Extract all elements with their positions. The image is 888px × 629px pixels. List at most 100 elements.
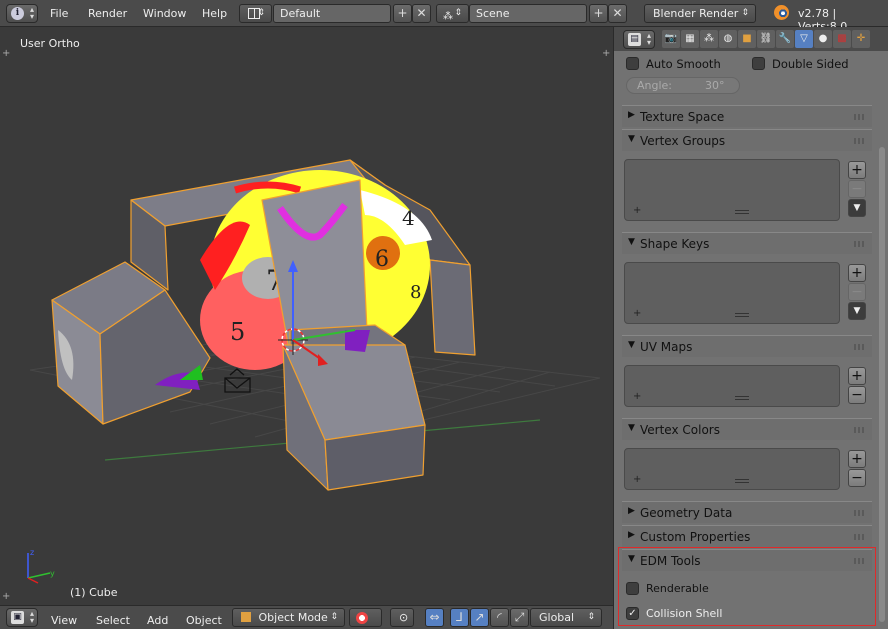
- panel-vertex-colors[interactable]: ▼ Vertex Colors: [622, 418, 872, 440]
- menu-window[interactable]: Window: [143, 7, 186, 20]
- add-layout-button[interactable]: +: [393, 4, 412, 23]
- panel-geometry-data[interactable]: ▶ Geometry Data: [622, 501, 872, 523]
- texture-tab-icon[interactable]: ▩: [833, 30, 851, 48]
- list-resize-grip[interactable]: [735, 396, 749, 400]
- info-header: i ▴ ▾ File Render Window Help ⇕ Default +…: [0, 0, 888, 33]
- renderable-checkbox[interactable]: [626, 582, 639, 595]
- remove-vertex-color-button[interactable]: −: [848, 469, 866, 487]
- list-expand-icon[interactable]: +: [633, 475, 642, 485]
- manipulator-toggle[interactable]: ⇔: [425, 608, 444, 627]
- collision-shell-checkbox[interactable]: ✓: [626, 607, 639, 620]
- panel-shape-keys[interactable]: ▼ Shape Keys: [622, 232, 872, 254]
- scene-icon: ⁂: [443, 11, 453, 22]
- add-scene-button[interactable]: +: [589, 4, 608, 23]
- 3d-viewport[interactable]: User Ortho + + 7 5 6 4 8 z y (1) Cube +: [0, 27, 613, 605]
- collision-shell-label: Collision Shell: [646, 607, 723, 620]
- editor-type-button[interactable]: i ▴ ▾: [6, 4, 38, 23]
- panel-title: UV Maps: [640, 340, 693, 354]
- shape-key-specials-button[interactable]: ▼: [848, 302, 866, 320]
- vertex-group-specials-button[interactable]: ▼: [848, 199, 866, 217]
- material-tab-icon[interactable]: ●: [814, 30, 832, 48]
- drag-handle-icon[interactable]: [854, 558, 866, 564]
- list-expand-icon[interactable]: +: [633, 392, 642, 402]
- particles-tab-icon[interactable]: ✛: [852, 30, 870, 48]
- panel-custom-properties[interactable]: ▶ Custom Properties: [622, 525, 872, 547]
- drag-handle-icon[interactable]: [854, 241, 866, 247]
- shading-dropdown[interactable]: [349, 608, 382, 627]
- menu-file[interactable]: File: [50, 7, 68, 20]
- add-vertex-color-button[interactable]: +: [848, 450, 866, 468]
- modifiers-tab-icon[interactable]: 🔧: [776, 30, 794, 48]
- list-resize-grip[interactable]: [735, 479, 749, 483]
- scene-tab-icon[interactable]: ⁂: [700, 30, 718, 48]
- shape-keys-list[interactable]: +: [624, 262, 840, 324]
- panel-title: Vertex Colors: [640, 423, 720, 437]
- drag-handle-icon[interactable]: [854, 427, 866, 433]
- panel-title: Geometry Data: [640, 506, 733, 520]
- layers-tab-icon[interactable]: ▦: [681, 30, 699, 48]
- panel-vertex-groups[interactable]: ▼ Vertex Groups: [622, 129, 872, 151]
- properties-editor-type[interactable]: ▤ ▴ ▾: [623, 30, 655, 49]
- add-uv-map-button[interactable]: +: [848, 367, 866, 385]
- remove-vertex-group-button[interactable]: −: [848, 180, 866, 198]
- chevron-updown-icon: ⇕: [257, 8, 265, 18]
- svg-text:y: y: [50, 569, 55, 578]
- viewport-editor-type[interactable]: ▣ ▴ ▾: [6, 608, 38, 627]
- shading-icon: [356, 612, 368, 624]
- layout-name-field[interactable]: Default: [273, 4, 391, 23]
- render-tab-icon[interactable]: 📷: [662, 30, 680, 48]
- data-tab-icon[interactable]: ▽: [795, 30, 813, 48]
- constraints-tab-icon[interactable]: ⛓: [757, 30, 775, 48]
- render-engine-dropdown[interactable]: Blender Render ⇕: [644, 4, 756, 23]
- properties-scrollbar[interactable]: [879, 147, 885, 622]
- drag-handle-icon[interactable]: [854, 534, 866, 540]
- auto-smooth-checkbox[interactable]: [626, 57, 639, 70]
- world-tab-icon[interactable]: ◍: [719, 30, 737, 48]
- pivot-dropdown[interactable]: ⊙: [390, 608, 414, 627]
- angle-value: 30°: [705, 79, 725, 92]
- delete-scene-button[interactable]: ✕: [608, 4, 627, 23]
- panel-uv-maps[interactable]: ▼ UV Maps: [622, 335, 872, 357]
- vertex-colors-list[interactable]: +: [624, 448, 840, 490]
- list-resize-grip[interactable]: [735, 313, 749, 317]
- scale-manipulator-button[interactable]: ⤢: [510, 608, 529, 627]
- orientation-dropdown[interactable]: Global ⇕: [530, 608, 602, 627]
- double-sided-checkbox[interactable]: [752, 57, 765, 70]
- drag-handle-icon[interactable]: [854, 138, 866, 144]
- drag-handle-icon[interactable]: [854, 344, 866, 350]
- axis-widget: z y: [27, 548, 55, 584]
- menu-select[interactable]: Select: [96, 614, 130, 627]
- list-expand-icon[interactable]: +: [633, 206, 642, 216]
- list-expand-icon[interactable]: +: [633, 309, 642, 319]
- drag-handle-icon[interactable]: [854, 114, 866, 120]
- object-tab-icon[interactable]: ■: [738, 30, 756, 48]
- drag-handle-icon[interactable]: [854, 510, 866, 516]
- panel-edm-tools[interactable]: ▼ EDM Tools: [622, 549, 872, 571]
- menu-add[interactable]: Add: [147, 614, 168, 627]
- chevron-updown-icon: ⇕: [741, 8, 749, 18]
- add-shape-key-button[interactable]: +: [848, 264, 866, 282]
- layout-selector[interactable]: ⇕: [239, 4, 272, 23]
- vertex-groups-list[interactable]: +: [624, 159, 840, 221]
- remove-shape-key-button[interactable]: −: [848, 283, 866, 301]
- menu-view[interactable]: View: [51, 614, 77, 627]
- panel-texture-space[interactable]: ▶ Texture Space: [622, 105, 872, 127]
- remove-uv-map-button[interactable]: −: [848, 386, 866, 404]
- menu-object[interactable]: Object: [186, 614, 222, 627]
- scene-selector[interactable]: ⁂ ⇕: [436, 4, 469, 23]
- menu-render[interactable]: Render: [88, 7, 127, 20]
- translate-manipulator-button[interactable]: ↗: [470, 608, 489, 627]
- add-vertex-group-button[interactable]: +: [848, 161, 866, 179]
- properties-header: ▤ ▴ ▾ 📷 ▦ ⁂ ◍ ■ ⛓ 🔧 ▽ ● ▩ ✛: [614, 27, 888, 51]
- angle-slider[interactable]: Angle: 30°: [626, 77, 740, 94]
- manipulator-icon[interactable]: ⅃: [450, 608, 469, 627]
- pivot-icon: ⊙: [399, 611, 409, 624]
- delete-layout-button[interactable]: ✕: [412, 4, 431, 23]
- region-expand-icon-bottom[interactable]: +: [2, 592, 12, 602]
- uv-maps-list[interactable]: +: [624, 365, 840, 407]
- rotate-manipulator-button[interactable]: ◜: [490, 608, 509, 627]
- list-resize-grip[interactable]: [735, 210, 749, 214]
- mode-dropdown[interactable]: Object Mode ⇕: [232, 608, 345, 627]
- scene-name-field[interactable]: Scene: [469, 4, 587, 23]
- menu-help[interactable]: Help: [202, 7, 227, 20]
